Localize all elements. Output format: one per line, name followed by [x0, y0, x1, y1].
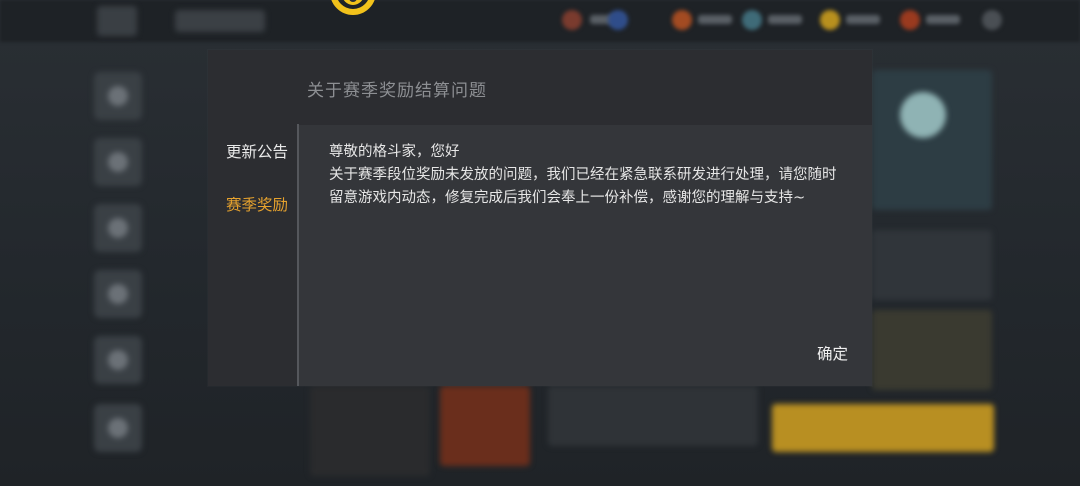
background-side-button	[94, 204, 142, 252]
background-currency-icon	[562, 10, 582, 30]
background-item-card	[440, 386, 530, 466]
background-side-button	[94, 72, 142, 120]
background-side-button	[94, 404, 142, 452]
confirm-button[interactable]: 确定	[817, 342, 848, 364]
background-currency-icon	[742, 10, 762, 30]
background-avatar	[97, 6, 137, 36]
background-player-info	[175, 10, 265, 32]
background-character-card	[872, 70, 992, 210]
message-text: 尊敬的格斗家，您好 关于赛季段位奖励未发放的问题，我们已经在紧急联系研发进行处理…	[329, 141, 839, 210]
background-currency-icon	[900, 10, 920, 30]
background-character-avatar	[900, 92, 946, 138]
tab-season-reward[interactable]: 赛季奖励	[226, 193, 288, 215]
background-currency-icon	[672, 10, 692, 30]
message-body: 关于赛季段位奖励未发放的问题，我们已经在紧急联系研发进行处理，请您随时留意游戏内…	[329, 167, 837, 206]
background-currency-text	[846, 15, 880, 24]
background-currency-text	[698, 15, 732, 24]
background-side-button	[94, 138, 142, 186]
background-panel	[872, 230, 992, 300]
background-start-button	[772, 404, 994, 452]
background-panel	[872, 310, 992, 390]
message-panel: 尊敬的格斗家，您好 关于赛季段位奖励未发放的问题，我们已经在紧急联系研发进行处理…	[299, 125, 872, 386]
tab-update-notice[interactable]: 更新公告	[226, 140, 288, 162]
background-side-button	[94, 270, 142, 318]
background-currency-text	[926, 15, 960, 24]
game-screen: 关于赛季奖励结算问题 更新公告 赛季奖励 尊敬的格斗家，您好 关于赛季段位奖励未…	[0, 0, 1080, 486]
background-currency-text	[768, 15, 802, 24]
background-currency-icon	[820, 10, 840, 30]
background-character	[310, 386, 430, 476]
dialog-title: 关于赛季奖励结算问题	[307, 81, 487, 101]
background-side-button	[94, 336, 142, 384]
background-currency-icon	[608, 10, 628, 30]
background-settings-icon	[982, 10, 1002, 30]
game-logo-icon	[331, 0, 375, 15]
background-mode-button	[548, 386, 758, 446]
message-greeting: 尊敬的格斗家，您好	[329, 144, 460, 160]
announcement-dialog: 关于赛季奖励结算问题 更新公告 赛季奖励 尊敬的格斗家，您好 关于赛季段位奖励未…	[208, 50, 872, 386]
